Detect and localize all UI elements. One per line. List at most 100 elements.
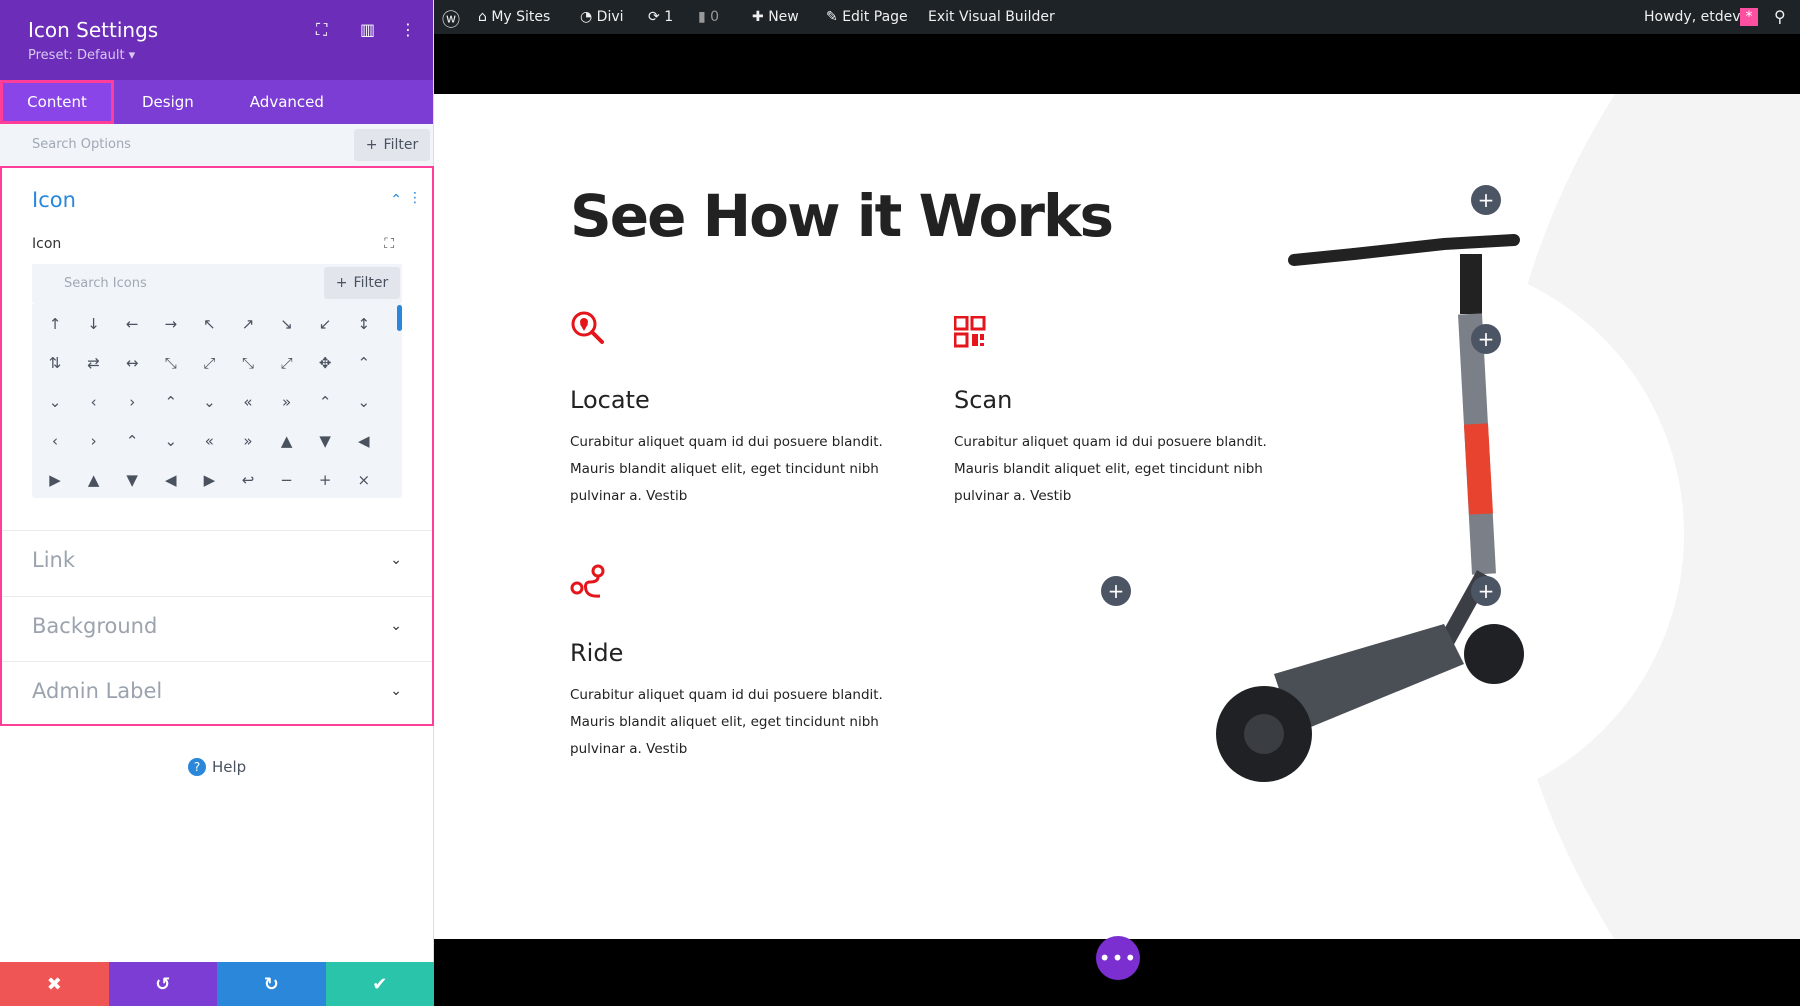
icon-option[interactable]: ↙	[310, 315, 340, 333]
action-bar: ✖ ↺ ↻ ✔	[0, 962, 434, 1006]
icon-option[interactable]: ↩	[233, 471, 263, 489]
undo-button[interactable]: ↺	[109, 962, 218, 1006]
search-icons-input[interactable]: Search Icons +Filter	[32, 264, 402, 303]
page-settings-button[interactable]: •••	[1096, 936, 1140, 980]
chevron-down-icon[interactable]: ⌄	[390, 618, 402, 634]
icon-option[interactable]: ↓	[79, 315, 109, 333]
filter-label: Filter	[384, 137, 419, 153]
help-link[interactable]: ? Help	[188, 758, 246, 776]
icon-option[interactable]: ×	[349, 471, 379, 489]
link-section-title[interactable]: Link	[32, 548, 75, 572]
icon-option[interactable]: ▲	[79, 471, 109, 489]
icon-option[interactable]: «	[233, 393, 263, 411]
new-link[interactable]: ✚ New	[752, 9, 799, 25]
tab-advanced[interactable]: Advanced	[222, 80, 352, 124]
icon-option[interactable]: ↑	[40, 315, 70, 333]
page-section: See How it Works Locate Curabitur alique…	[434, 94, 1800, 939]
redo-button[interactable]: ↻	[217, 962, 326, 1006]
responsive-icon[interactable]: ⛶	[384, 236, 394, 252]
filter-button[interactable]: +Filter	[354, 129, 430, 161]
fullscreen-icon[interactable]: ⛶	[316, 20, 327, 40]
icon-option[interactable]: ◀	[349, 432, 379, 450]
add-module-button[interactable]: +	[1471, 576, 1501, 606]
icon-option[interactable]: ↖	[194, 315, 224, 333]
search-icons-placeholder: Search Icons	[64, 276, 147, 291]
icon-option[interactable]: ⌄	[194, 393, 224, 411]
icon-option[interactable]: ◀	[156, 471, 186, 489]
icon-option[interactable]: ←	[117, 315, 147, 333]
updates-link[interactable]: ⟳ 1	[648, 9, 673, 25]
preset-dropdown[interactable]: Preset: Default ▾	[28, 48, 135, 63]
locate-icon	[570, 310, 606, 346]
icon-option[interactable]: ⌃	[310, 393, 340, 411]
icon-option[interactable]: ↔	[117, 354, 147, 372]
add-module-button[interactable]: +	[1471, 185, 1501, 215]
tab-content[interactable]: Content	[0, 80, 114, 124]
content-panel: Icon ⌃ ⋮ Icon ⛶ Search Icons +Filter ↑↓←…	[0, 166, 434, 726]
icon-option[interactable]: ⌃	[349, 354, 379, 372]
icon-option[interactable]: ⌄	[156, 432, 186, 450]
icon-option[interactable]: ▲	[272, 432, 302, 450]
divider	[2, 596, 432, 597]
wp-admin-bar: ⓦ ⌂ My Sites ◔ Divi ⟳ 1 ▮ 0 ✚ New ✎ Edit…	[434, 0, 1800, 34]
icon-option[interactable]: ⌄	[349, 393, 379, 411]
icon-option[interactable]: ↘	[272, 315, 302, 333]
icon-option[interactable]: ‹	[40, 432, 70, 450]
icon-option[interactable]: ▶	[194, 471, 224, 489]
more-options-icon[interactable]: ⋮	[400, 20, 416, 39]
wordpress-logo-icon[interactable]: ⓦ	[442, 6, 460, 32]
icon-option[interactable]: ▼	[117, 471, 147, 489]
divi-link[interactable]: ◔ Divi	[580, 9, 624, 25]
icon-filter-button[interactable]: +Filter	[324, 267, 400, 299]
chevron-down-icon[interactable]: ⌄	[390, 683, 402, 699]
icon-option[interactable]: «	[194, 432, 224, 450]
comments-link[interactable]: ▮ 0	[698, 9, 719, 25]
icon-option[interactable]: ✥	[310, 354, 340, 372]
search-options-input[interactable]: Search Options +Filter	[0, 124, 433, 166]
icon-option[interactable]: ⤢	[272, 354, 302, 372]
icon-option[interactable]: ⤡	[156, 354, 186, 372]
icon-option[interactable]: −	[272, 471, 302, 489]
icon-option[interactable]: →	[156, 315, 186, 333]
chevron-up-icon[interactable]: ⌃	[390, 192, 402, 208]
icon-option[interactable]: ↗	[233, 315, 263, 333]
search-icon[interactable]: ⚲	[1774, 7, 1786, 26]
icon-option[interactable]: ⇄	[79, 354, 109, 372]
feature-heading: Locate	[570, 386, 650, 414]
admin-label-section-title[interactable]: Admin Label	[32, 679, 162, 703]
icon-option[interactable]: ⌃	[156, 393, 186, 411]
icon-option[interactable]: +	[310, 471, 340, 489]
add-module-button[interactable]: +	[1101, 576, 1131, 606]
icon-option[interactable]: ⇅	[40, 354, 70, 372]
feature-text: Curabitur aliquet quam id dui posuere bl…	[570, 682, 890, 763]
icon-option[interactable]: ›	[79, 432, 109, 450]
icon-option[interactable]: ‹	[79, 393, 109, 411]
tab-design[interactable]: Design	[114, 80, 222, 124]
icon-option[interactable]: »	[233, 432, 263, 450]
add-module-button[interactable]: +	[1471, 324, 1501, 354]
icon-option[interactable]: ▼	[310, 432, 340, 450]
exit-visual-builder-link[interactable]: Exit Visual Builder	[928, 9, 1055, 25]
save-button[interactable]: ✔	[326, 962, 435, 1006]
edit-page-link[interactable]: ✎ Edit Page	[826, 9, 908, 25]
avatar[interactable]: *	[1740, 8, 1758, 26]
icon-option[interactable]: ▶	[40, 471, 70, 489]
sidebar-layout-icon[interactable]: ▥	[360, 20, 375, 39]
icon-option[interactable]: ⤡	[233, 354, 263, 372]
chevron-down-icon[interactable]: ⌄	[390, 552, 402, 568]
scooter-image	[1184, 204, 1584, 824]
background-section-title[interactable]: Background	[32, 614, 157, 638]
icon-option[interactable]: ⌃	[117, 432, 147, 450]
builder-canvas: See How it Works Locate Curabitur alique…	[434, 34, 1800, 1006]
my-sites-link[interactable]: ⌂ My Sites	[478, 9, 550, 25]
icon-option[interactable]: »	[272, 393, 302, 411]
section-menu-icon[interactable]: ⋮	[408, 190, 422, 206]
icon-grid-scrollbar[interactable]	[397, 305, 402, 331]
discard-button[interactable]: ✖	[0, 962, 109, 1006]
icon-option[interactable]: ⤢	[194, 354, 224, 372]
icon-option[interactable]: ⌄	[40, 393, 70, 411]
icon-section-title[interactable]: Icon	[32, 188, 76, 212]
icon-option[interactable]: ›	[117, 393, 147, 411]
icon-option[interactable]: ↕	[349, 315, 379, 333]
howdy-user[interactable]: Howdy, etdev	[1644, 9, 1741, 25]
